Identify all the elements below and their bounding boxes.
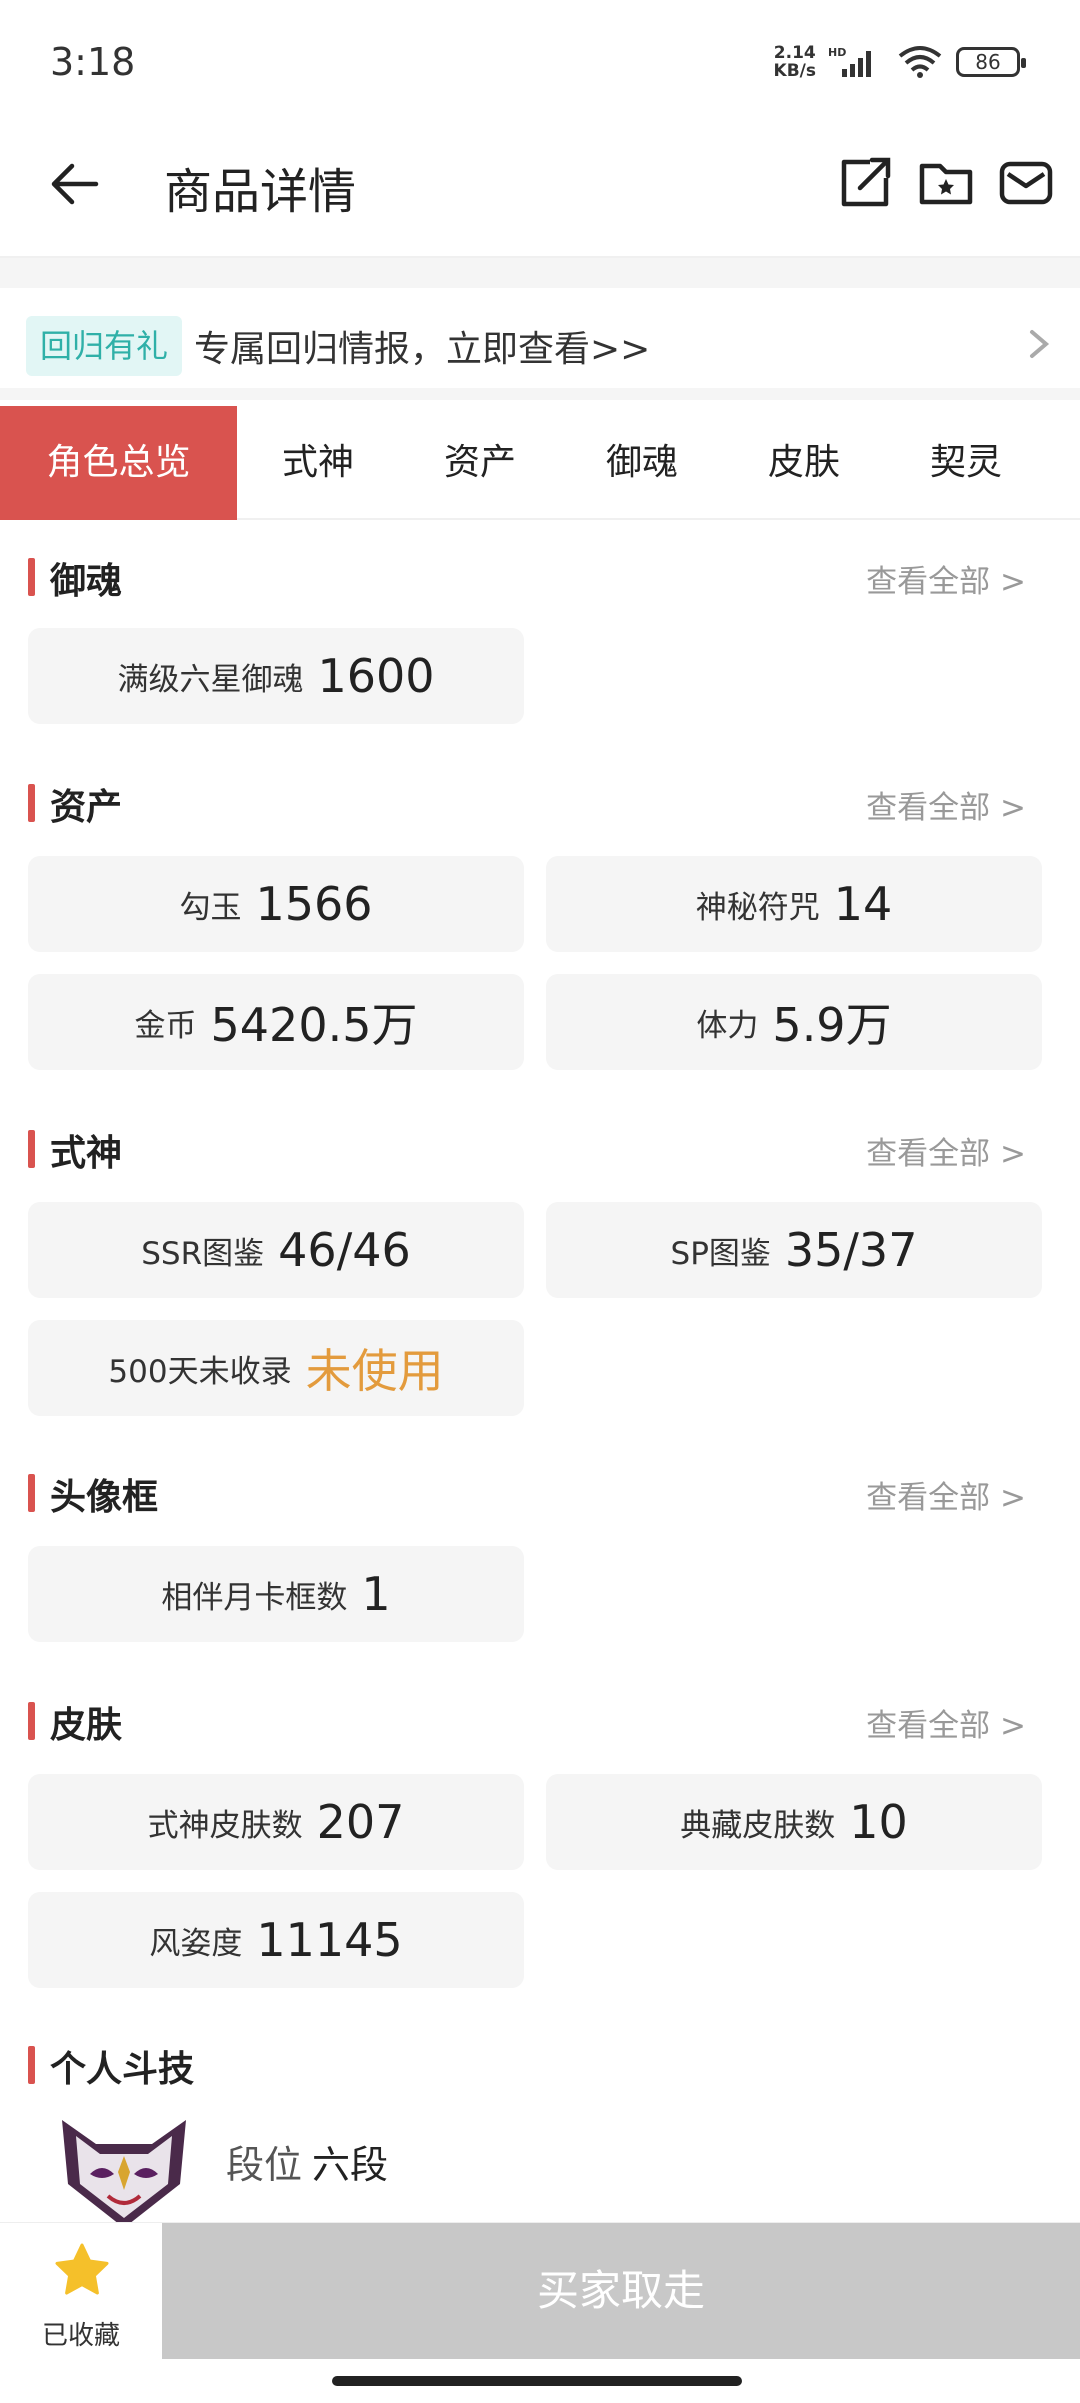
section-header-yuhun: 御魂 查看全部 >	[0, 546, 1080, 606]
category-tabs: 角色总览 式神 资产 御魂 皮肤 契灵	[0, 406, 1080, 520]
favorite-folder-icon[interactable]	[916, 152, 976, 212]
section-title: 式神	[50, 1133, 123, 1174]
view-all-link[interactable]: 查看全部 >	[866, 1472, 1026, 1517]
stat-label: 典藏皮肤数	[680, 1807, 836, 1844]
view-all-link[interactable]: 查看全部 >	[866, 1700, 1026, 1745]
stat-label: 勾玉	[179, 889, 242, 926]
section-accent-bar	[28, 1130, 35, 1168]
status-bar: 3:18 2.14 KB/s HD 86	[0, 0, 1080, 120]
stat-label: 500天未收录	[108, 1353, 292, 1390]
stat-card: SP图鉴 35/37	[546, 1202, 1042, 1298]
stat-value: 11145	[256, 1913, 403, 1967]
promo-banner[interactable]: 回归有礼 专属回归情报，立即查看>>	[0, 288, 1080, 400]
stat-value: 35/37	[784, 1223, 918, 1277]
stat-card: 相伴月卡框数 1	[28, 1546, 524, 1642]
stat-value: 1566	[255, 877, 373, 931]
tab-assets[interactable]: 资产	[399, 406, 561, 520]
section-header-skins: 皮肤 查看全部 >	[0, 1690, 1080, 1750]
stat-label: 满级六星御魂	[117, 661, 304, 698]
stat-value: 207	[316, 1795, 405, 1849]
stat-label: 风姿度	[149, 1925, 243, 1962]
stat-value: 1600	[317, 649, 435, 703]
page-title: 商品详情	[164, 164, 357, 220]
stat-card: 神秘符咒 14	[546, 856, 1042, 952]
rank-row: 段位 六段	[0, 2090, 1080, 2228]
buy-button[interactable]: 买家取走	[162, 2223, 1080, 2359]
stat-value: 1	[361, 1567, 391, 1621]
favorite-label: 已收藏	[41, 2321, 120, 2351]
stat-label: SSR图鉴	[141, 1235, 265, 1272]
stat-value: 未使用	[305, 1344, 444, 1398]
stat-label: 金币	[134, 1007, 197, 1044]
promo-text[interactable]: 专属回归情报，立即查看>>	[194, 320, 650, 372]
wifi-icon	[898, 46, 942, 78]
tab-qiling[interactable]: 契灵	[885, 406, 1047, 520]
stat-card: 勾玉 1566	[28, 856, 524, 952]
stat-value: 5.9万	[772, 998, 892, 1052]
section-header-assets: 资产 查看全部 >	[0, 772, 1080, 832]
signal-icon: HD	[828, 46, 871, 77]
chevron-right-icon	[1030, 330, 1050, 358]
status-icons: 2.14 KB/s HD 86	[773, 43, 1026, 81]
stat-card: 风姿度 11145	[28, 1892, 524, 1988]
star-icon	[55, 2243, 109, 2295]
app-header: 商品详情	[0, 120, 1080, 258]
stat-label: 相伴月卡框数	[161, 1579, 348, 1616]
tab-yuhun[interactable]: 御魂	[561, 406, 723, 520]
status-time: 3:18	[50, 40, 136, 84]
stat-card: 500天未收录 未使用	[28, 1320, 524, 1416]
stat-value: 10	[849, 1795, 908, 1849]
section-header-pvp: 个人斗技	[0, 2034, 1080, 2094]
section-accent-bar	[28, 558, 35, 596]
back-arrow-icon[interactable]	[44, 152, 108, 216]
share-icon[interactable]	[836, 152, 896, 212]
section-title: 御魂	[50, 561, 123, 602]
rank-mask-icon	[62, 2120, 186, 2228]
promo-badge: 回归有礼	[26, 316, 183, 376]
stat-card: 体力 5.9万	[546, 974, 1042, 1070]
section-header-shikigami: 式神 查看全部 >	[0, 1118, 1080, 1178]
section-title: 头像框	[50, 1477, 159, 1518]
section-accent-bar	[28, 2046, 35, 2084]
rank-label: 段位	[226, 2143, 303, 2187]
stat-label: 式神皮肤数	[147, 1807, 303, 1844]
divider	[0, 258, 1080, 288]
tab-shikigami[interactable]: 式神	[237, 406, 399, 520]
section-title: 皮肤	[50, 1705, 123, 1746]
message-icon[interactable]	[996, 152, 1056, 212]
stat-label: 体力	[696, 1007, 759, 1044]
stat-label: 神秘符咒	[695, 889, 820, 926]
tab-skins[interactable]: 皮肤	[723, 406, 885, 520]
bottom-action-bar: 已收藏 买家取走	[0, 2222, 1080, 2362]
stat-label: SP图鉴	[670, 1235, 771, 1272]
view-all-link[interactable]: 查看全部 >	[866, 782, 1026, 827]
stat-card: 金币 5420.5万	[28, 974, 524, 1070]
home-indicator	[332, 2376, 742, 2386]
battery-icon: 86	[956, 47, 1026, 77]
view-all-link[interactable]: 查看全部 >	[866, 1128, 1026, 1173]
stat-card: 典藏皮肤数 10	[546, 1774, 1042, 1870]
view-all-link[interactable]: 查看全部 >	[866, 556, 1026, 601]
stat-card: SSR图鉴 46/46	[28, 1202, 524, 1298]
section-title: 资产	[50, 787, 123, 828]
favorite-button[interactable]: 已收藏	[0, 2223, 162, 2363]
rank-value: 六段	[312, 2143, 389, 2187]
stat-value: 14	[833, 877, 893, 931]
stat-card: 式神皮肤数 207	[28, 1774, 524, 1870]
section-header-frames: 头像框 查看全部 >	[0, 1462, 1080, 1522]
stat-card: 满级六星御魂 1600	[28, 628, 524, 724]
stat-value: 46/46	[278, 1223, 411, 1277]
svg-text:HD: HD	[828, 46, 846, 59]
section-title: 个人斗技	[50, 2049, 195, 2090]
network-speed: 2.14 KB/s	[773, 43, 816, 81]
section-accent-bar	[28, 1474, 35, 1512]
stat-value: 5420.5万	[210, 998, 418, 1052]
tab-role-overview[interactable]: 角色总览	[0, 406, 237, 520]
section-accent-bar	[28, 1702, 35, 1740]
section-accent-bar	[28, 784, 35, 822]
rank-text: 段位 六段	[226, 2134, 388, 2189]
